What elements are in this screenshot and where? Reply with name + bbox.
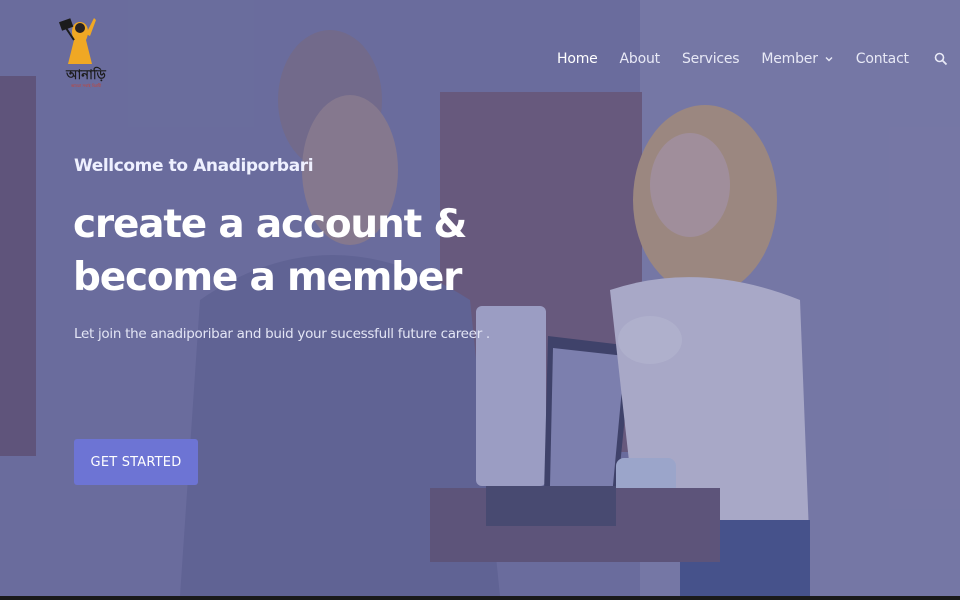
welcome-text: Wellcome to Anadiporbari xyxy=(74,156,314,176)
nav-item-member-label: Member xyxy=(761,51,818,67)
hero-headline: create a account & become a member xyxy=(73,198,513,304)
get-started-button[interactable]: GET STARTED xyxy=(74,439,198,485)
nav-item-services[interactable]: Services xyxy=(682,51,740,67)
nav-item-home[interactable]: Home xyxy=(557,51,598,67)
nav-item-about[interactable]: About xyxy=(620,51,661,67)
headline-line-1: create a account & xyxy=(73,202,467,247)
search-icon[interactable] xyxy=(934,51,950,67)
nav-item-member[interactable]: Member xyxy=(761,51,833,67)
hero-subtext: Let join the anadiporibar and buid your … xyxy=(74,326,490,342)
headline-line-2: become a member xyxy=(73,255,462,300)
chevron-down-icon xyxy=(824,54,834,64)
nav-item-contact[interactable]: Contact xyxy=(856,51,909,67)
main-navigation: Home About Services Member Contact xyxy=(546,44,950,74)
logo-subtext: আমরা সবাই বিপ্লবী xyxy=(70,83,102,88)
bottom-edge xyxy=(0,596,960,600)
